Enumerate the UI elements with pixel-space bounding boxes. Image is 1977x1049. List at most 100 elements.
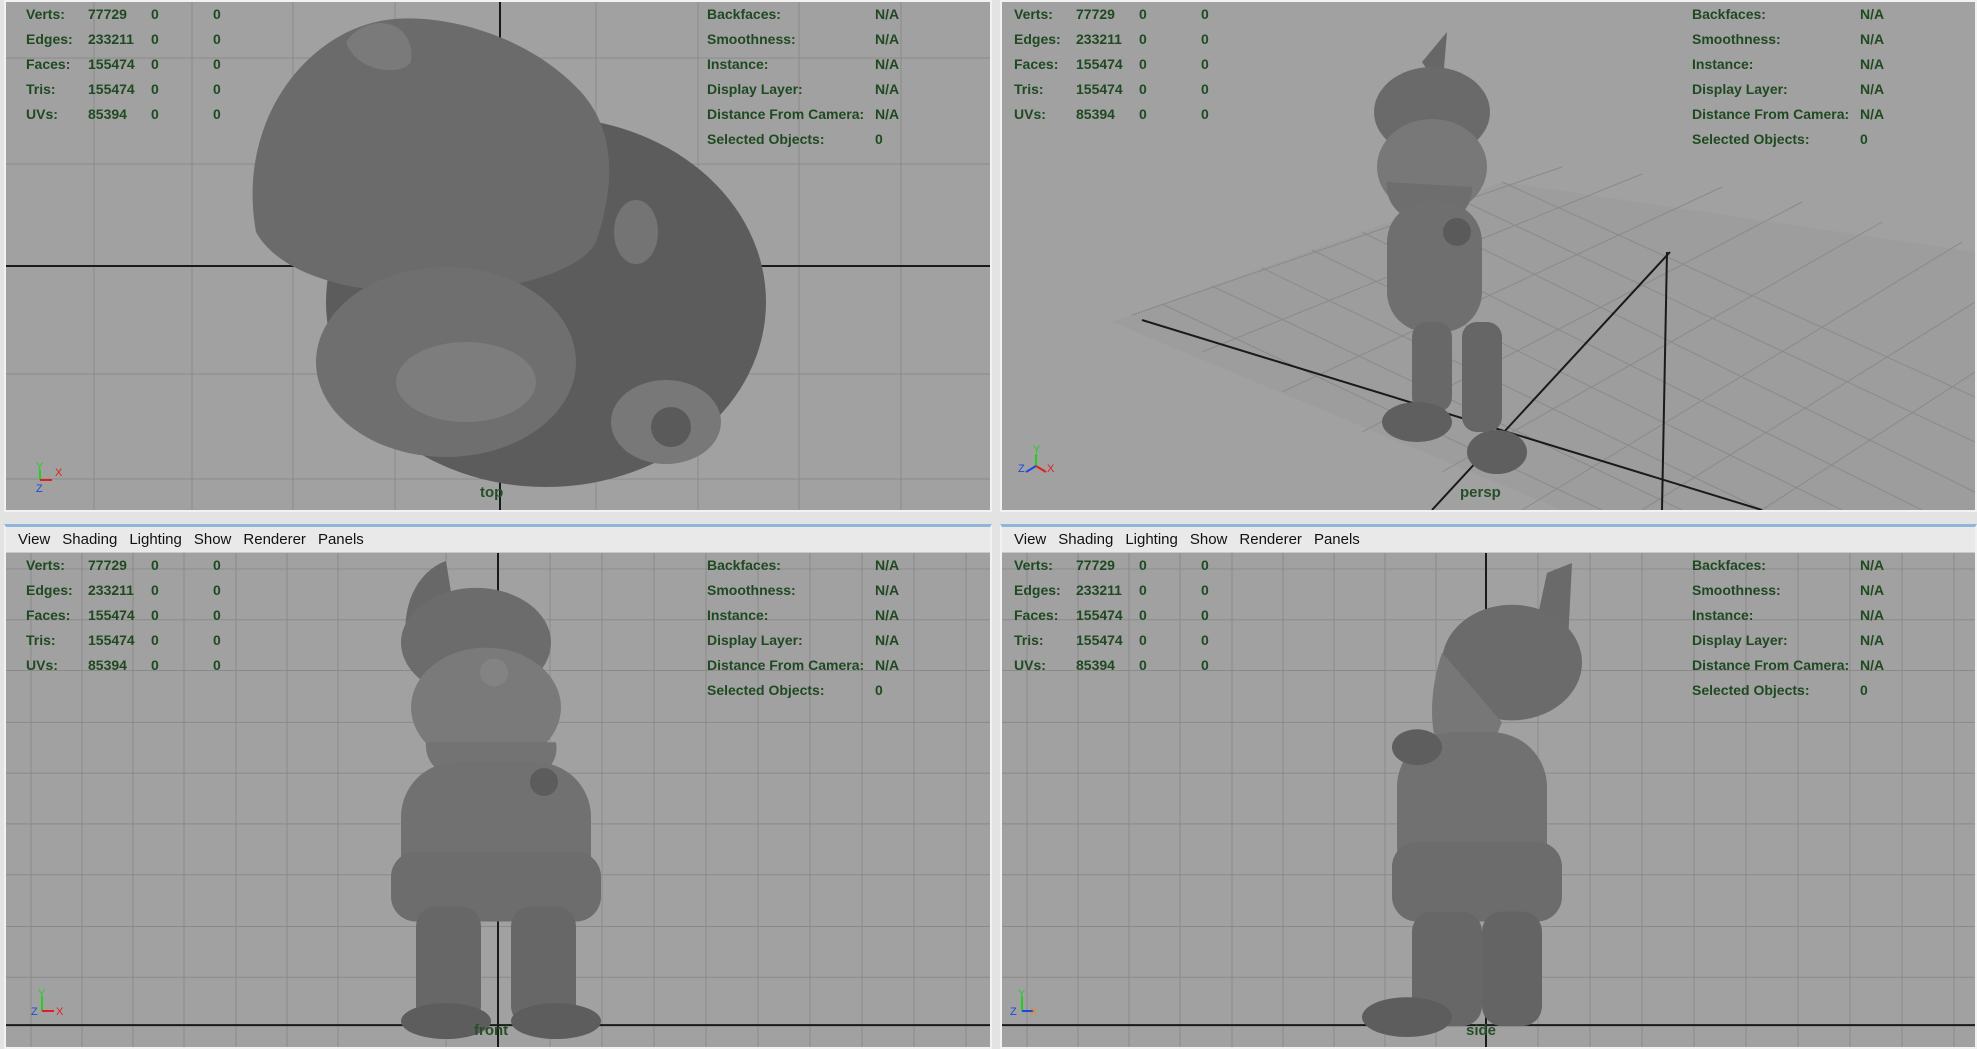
stat-value: 233211 <box>88 582 134 598</box>
axis-label: Z <box>1010 1006 1017 1018</box>
stat-label: Verts: <box>26 557 65 573</box>
stat-value: 155474 <box>88 81 135 97</box>
stat-value: 155474 <box>88 56 135 72</box>
menu-lighting[interactable]: Lighting <box>123 531 188 548</box>
stat-value: 0 <box>1139 81 1147 97</box>
stat-value: 0 <box>1139 106 1147 122</box>
info-value: N/A <box>875 582 900 598</box>
viewport-front[interactable]: View Shading Lighting Show Renderer Pane… <box>4 524 992 1049</box>
info-label: Selected Objects: <box>707 131 825 147</box>
camera-label: top <box>480 484 504 501</box>
stat-value: 0 <box>213 632 221 648</box>
stat-value: 0 <box>213 657 221 673</box>
stat-value: 85394 <box>1076 106 1115 122</box>
stat-value: 0 <box>151 31 159 47</box>
stat-label: Edges: <box>26 31 73 47</box>
info-value: 0 <box>875 682 883 698</box>
stat-label: UVs: <box>1014 657 1046 673</box>
stat-value: 0 <box>1201 582 1209 598</box>
info-value: N/A <box>875 6 900 22</box>
stat-value: 0 <box>151 81 159 97</box>
stat-value: 0 <box>1139 6 1147 22</box>
menu-lighting[interactable]: Lighting <box>1119 531 1184 548</box>
info-value: N/A <box>1860 632 1885 648</box>
info-label: Selected Objects: <box>707 682 825 698</box>
menu-renderer[interactable]: Renderer <box>1233 531 1308 548</box>
info-label: Smoothness: <box>1692 31 1781 47</box>
stat-value: 155474 <box>1076 607 1123 623</box>
viewport-canvas-side[interactable] <box>1002 553 1975 1047</box>
info-label: Distance From Camera: <box>707 657 865 673</box>
stat-value: 0 <box>1201 6 1209 22</box>
stat-label: UVs: <box>26 657 58 673</box>
gnome-model-front[interactable] <box>391 560 601 1040</box>
info-label: Display Layer: <box>1692 81 1788 97</box>
axis-label: Y <box>1033 444 1041 456</box>
stat-value: 0 <box>151 56 159 72</box>
info-value: N/A <box>875 657 900 673</box>
stat-value: 0 <box>213 582 221 598</box>
menu-panels[interactable]: Panels <box>1308 531 1366 548</box>
stat-label: Faces: <box>26 607 71 623</box>
info-label: Instance: <box>707 607 769 623</box>
info-label: Distance From Camera: <box>1692 106 1850 122</box>
stat-label: Tris: <box>26 632 56 648</box>
info-label: Selected Objects: <box>1692 131 1810 147</box>
stat-value: 233211 <box>1076 31 1122 47</box>
info-value: N/A <box>1860 657 1885 673</box>
stat-label: Tris: <box>1014 632 1044 648</box>
viewport-persp[interactable]: Verts: 77729 0 0 Edges: 233211 0 0 Faces: 15547… <box>1000 0 1977 512</box>
info-value: N/A <box>1860 557 1885 573</box>
info-label: Backfaces: <box>1692 557 1766 573</box>
menu-view[interactable]: View <box>1008 531 1052 548</box>
stat-label: Faces: <box>26 56 71 72</box>
info-value: N/A <box>1860 607 1885 623</box>
stat-value: 0 <box>1139 31 1147 47</box>
axis-label: Z <box>1018 463 1025 475</box>
info-label: Instance: <box>1692 607 1754 623</box>
menu-show[interactable]: Show <box>1184 531 1234 548</box>
camera-label: side <box>1466 1022 1497 1039</box>
menu-renderer[interactable]: Renderer <box>237 531 312 548</box>
info-label: Distance From Camera: <box>1692 657 1850 673</box>
menu-panels[interactable]: Panels <box>312 531 370 548</box>
axis-gizmo-icon: Y Z X <box>1010 988 1038 1018</box>
info-value: N/A <box>1860 582 1885 598</box>
stat-value: 0 <box>213 557 221 573</box>
info-label: Display Layer: <box>1692 632 1788 648</box>
panel-menu-bar: View Shading Lighting Show Renderer Pane… <box>6 527 990 553</box>
stat-value: 0 <box>1139 632 1147 648</box>
stat-value: 77729 <box>1076 6 1115 22</box>
axis-gizmo-icon: Y Z X <box>31 988 64 1018</box>
stat-value: 0 <box>1201 31 1209 47</box>
info-value: N/A <box>875 31 900 47</box>
menu-show[interactable]: Show <box>188 531 238 548</box>
stat-value: 0 <box>151 632 159 648</box>
stat-label: Verts: <box>1014 557 1053 573</box>
axis-gizmo-icon: Y Z X <box>1018 444 1055 475</box>
viewport-canvas-persp[interactable] <box>1002 2 1975 510</box>
menu-shading[interactable]: Shading <box>56 531 123 548</box>
stat-value: 0 <box>213 56 221 72</box>
stat-value: 77729 <box>88 557 127 573</box>
gnome-model-top[interactable] <box>252 18 766 487</box>
stat-value: 77729 <box>88 6 127 22</box>
camera-label: persp <box>1460 484 1501 501</box>
viewport-top[interactable]: Verts: 77729 0 0 Edges: 233211 0 0 Faces: 15547… <box>4 0 992 512</box>
gnome-model-side[interactable] <box>1362 562 1582 1038</box>
info-label: Distance From Camera: <box>707 106 865 122</box>
info-value: 0 <box>1860 682 1868 698</box>
stat-value: 0 <box>213 607 221 623</box>
info-value: N/A <box>875 557 900 573</box>
stat-label: Edges: <box>1014 582 1061 598</box>
info-label: Backfaces: <box>707 6 781 22</box>
stat-label: Faces: <box>1014 56 1059 72</box>
stat-value: 155474 <box>88 607 135 623</box>
stat-value: 0 <box>1139 56 1147 72</box>
menu-view[interactable]: View <box>12 531 56 548</box>
stat-label: Edges: <box>26 582 73 598</box>
menu-shading[interactable]: Shading <box>1052 531 1119 548</box>
info-label: Smoothness: <box>707 31 796 47</box>
stat-value: 85394 <box>88 106 127 122</box>
viewport-side[interactable]: View Shading Lighting Show Renderer Pane… <box>1000 524 1977 1049</box>
